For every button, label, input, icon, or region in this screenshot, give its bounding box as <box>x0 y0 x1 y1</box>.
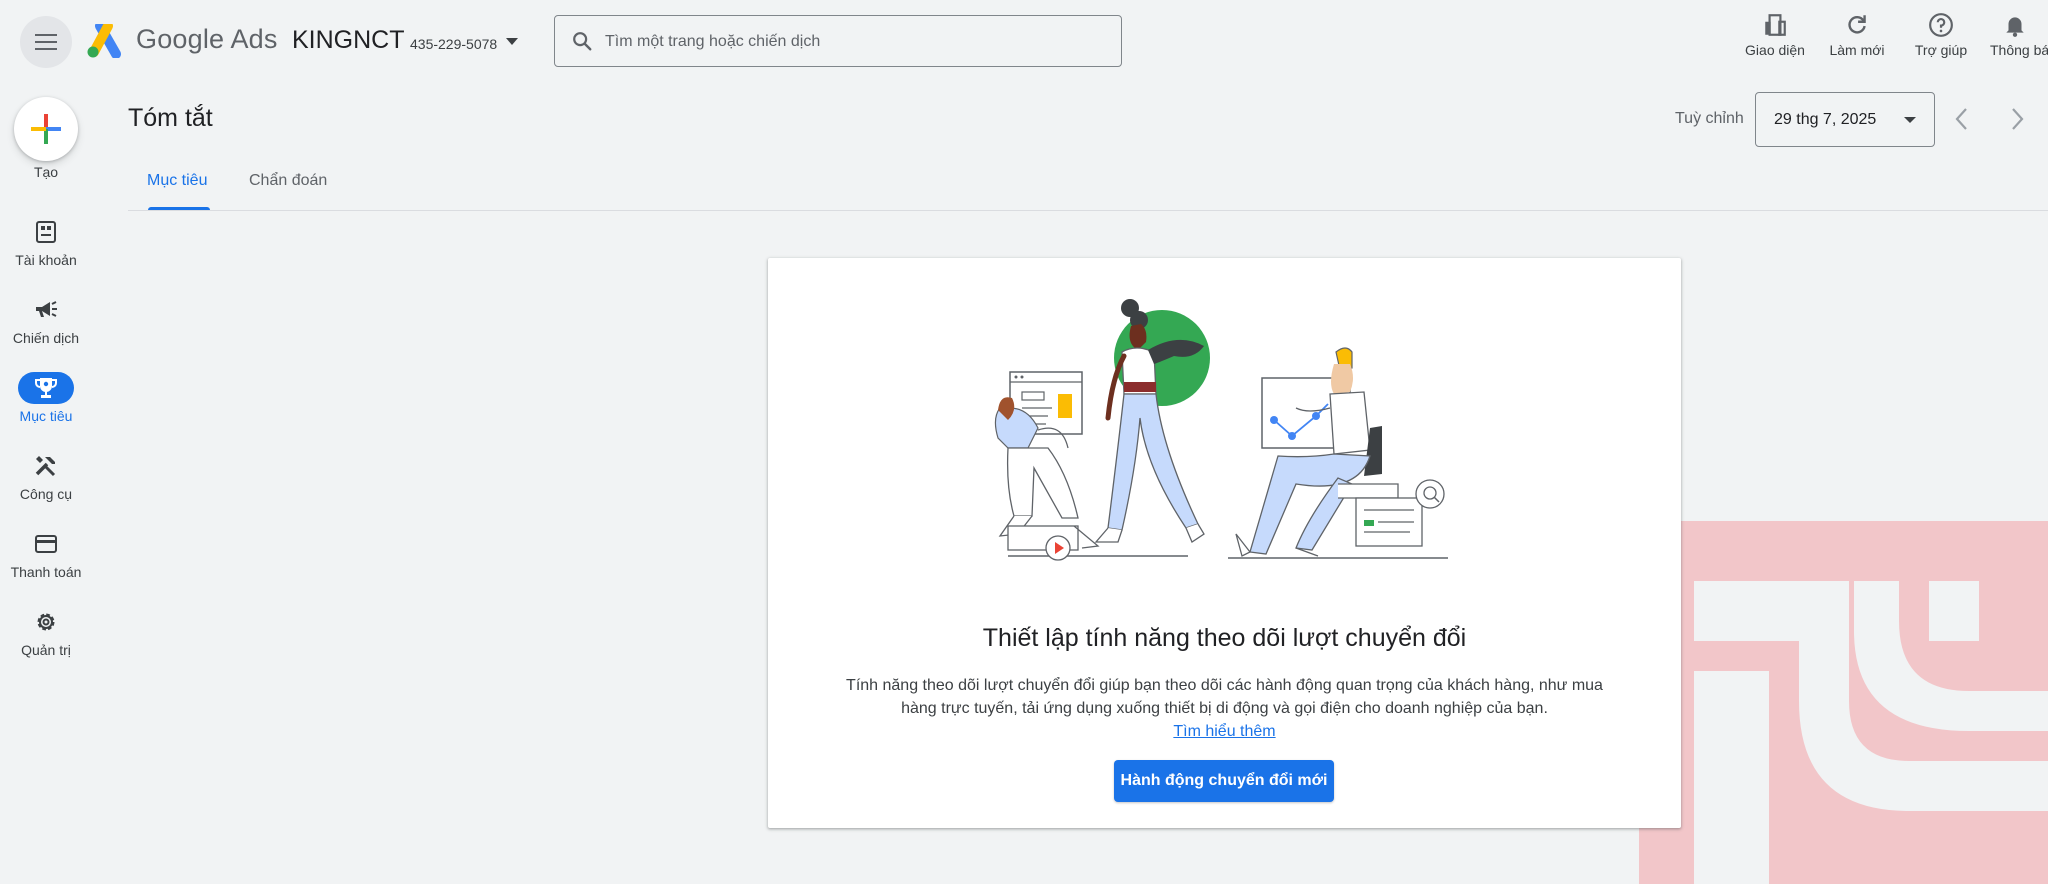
tab-diagnostics[interactable]: Chẩn đoán <box>249 172 327 190</box>
create-label: Tạo <box>33 164 59 180</box>
tab-goals[interactable]: Mục tiêu <box>147 172 207 190</box>
refresh-icon <box>1848 15 1866 34</box>
sidebar-item-tools[interactable]: Công cụ <box>0 450 92 502</box>
appearance-button[interactable]: Giao diện <box>1740 12 1810 58</box>
refresh-label: Làm mới <box>1829 42 1885 58</box>
sidebar-item-billing[interactable]: Thanh toán <box>0 528 92 580</box>
search-box[interactable] <box>554 15 1122 67</box>
create-button[interactable] <box>14 97 78 161</box>
help-icon <box>1929 13 1953 37</box>
account-icon <box>36 221 56 243</box>
sidebar-item-label: Chiến dịch <box>12 330 80 346</box>
dropdown-arrow-icon <box>1904 117 1916 123</box>
sidebar-item-label: Thanh toán <box>10 564 82 580</box>
sidebar-item-admin[interactable]: Quản trị <box>0 606 92 658</box>
card-description: Tính năng theo dõi lượt chuyển đổi giúp … <box>838 674 1611 743</box>
sidebar-item-campaigns[interactable]: Chiến dịch <box>0 294 92 346</box>
account-id[interactable]: 435-229-5078 <box>410 36 497 52</box>
date-value: 29 thg 7, 2025 <box>1774 111 1877 128</box>
sidebar-item-label: Tài khoản <box>15 252 77 268</box>
tabs-divider <box>128 210 2048 211</box>
billing-icon <box>35 535 57 553</box>
sidebar-item-goals[interactable]: Mục tiêu <box>0 372 92 424</box>
appearance-icon <box>1765 14 1786 36</box>
help-button[interactable]: Trợ giúp <box>1906 12 1976 58</box>
chevron-left-icon[interactable] <box>1951 106 1973 132</box>
search-icon <box>573 32 592 51</box>
new-conversion-action-button[interactable]: Hành động chuyển đổi mới <box>1114 760 1334 802</box>
sidebar-item-label: Quản trị <box>21 642 71 658</box>
sidebar-item-label: Mục tiêu <box>19 408 73 424</box>
trophy-icon <box>35 378 57 398</box>
account-dropdown-icon[interactable] <box>506 38 518 45</box>
tools-icon <box>35 456 56 477</box>
notifications-label: Thông bá <box>1990 42 2048 58</box>
search-input[interactable] <box>603 28 1107 56</box>
appearance-label: Giao diện <box>1745 42 1805 58</box>
chevron-right-icon[interactable] <box>2006 106 2028 132</box>
help-label: Trợ giúp <box>1914 42 1968 58</box>
conversion-illustration <box>994 299 1448 561</box>
plus-icon <box>31 114 61 144</box>
customize-label: Tuỳ chỉnh <box>1675 110 1744 127</box>
bell-icon <box>2006 17 2024 37</box>
watermark-logo <box>1639 521 2048 884</box>
card-description-text: Tính năng theo dõi lượt chuyển đổi giúp … <box>846 677 1603 717</box>
date-range-select[interactable]: 29 thg 7, 2025 <box>1755 92 1935 147</box>
conversion-setup-card: Thiết lập tính năng theo dõi lượt chuyển… <box>768 258 1681 828</box>
card-title: Thiết lập tính năng theo dõi lượt chuyển… <box>982 624 1467 652</box>
sidebar-item-label: Công cụ <box>19 486 73 502</box>
refresh-button[interactable]: Làm mới <box>1822 12 1892 58</box>
google-ads-logo-icon[interactable] <box>86 24 124 58</box>
page-title: Tóm tắt <box>128 104 213 132</box>
brand-name: Google Ads <box>136 24 278 54</box>
learn-more-link[interactable]: Tìm hiểu thêm <box>838 720 1611 743</box>
active-tab-indicator <box>148 207 210 210</box>
account-name[interactable]: KINGNCT <box>292 26 405 55</box>
hamburger-icon <box>35 34 57 50</box>
notifications-button[interactable]: Thông bá <box>1990 12 2048 58</box>
top-bar: Google Ads KINGNCT 435-229-5078 Giao diệ… <box>0 0 2048 84</box>
menu-button[interactable] <box>20 16 72 68</box>
gear-icon <box>37 613 55 631</box>
sidebar-item-account[interactable]: Tài khoản <box>0 216 92 268</box>
campaign-icon <box>36 301 57 317</box>
